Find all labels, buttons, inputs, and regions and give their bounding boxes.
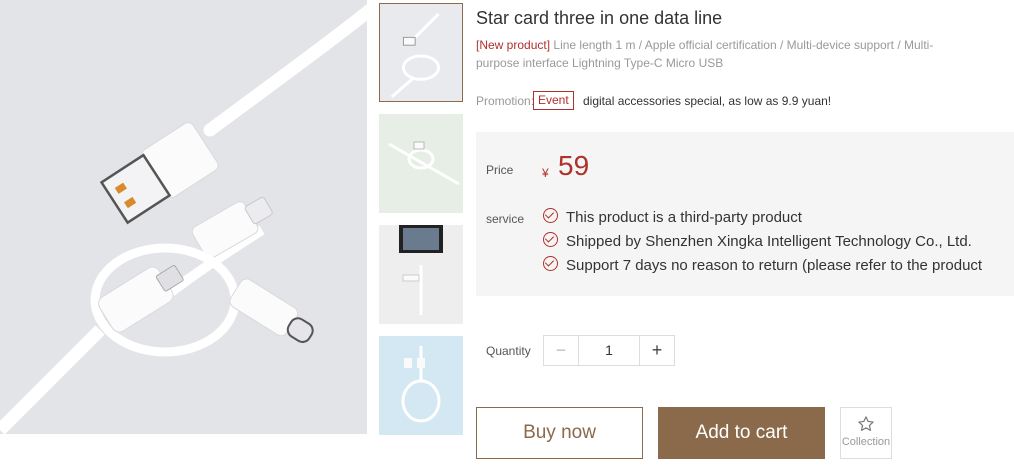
quantity-label: Quantity — [486, 344, 531, 358]
check-circle-icon — [543, 232, 558, 247]
service-item: This product is a third-party product — [543, 208, 802, 226]
star-icon — [858, 416, 874, 431]
promotion-label: Promotion: — [476, 94, 535, 108]
service-label: service — [486, 212, 525, 226]
thumbnail-1[interactable] — [379, 3, 463, 102]
service-item: Shipped by Shenzhen Xingka Intelligent T… — [543, 232, 972, 250]
collection-label: Collection — [841, 436, 891, 448]
currency-symbol: ¥ — [542, 166, 549, 180]
decrease-quantity-button[interactable]: − — [544, 336, 579, 365]
price-value: 59 — [558, 150, 590, 181]
new-product-tag: [New product] — [476, 38, 551, 52]
collection-button[interactable]: Collection — [840, 407, 892, 459]
main-product-image — [0, 0, 367, 434]
thumbnail-2[interactable] — [379, 114, 463, 213]
increase-quantity-button[interactable]: + — [639, 336, 674, 365]
thumbnail-3[interactable] — [379, 225, 463, 324]
buy-now-button[interactable]: Buy now — [476, 407, 643, 459]
service-item: Support 7 days no reason to return (plea… — [543, 256, 982, 274]
product-title: Star card three in one data line — [476, 8, 723, 28]
check-circle-icon — [543, 208, 558, 223]
add-to-cart-button[interactable]: Add to cart — [658, 407, 825, 459]
product-description: [New product] Line length 1 m / Apple of… — [476, 36, 946, 72]
quantity-input[interactable]: 1 — [579, 336, 639, 365]
thumbnail-4[interactable] — [379, 336, 463, 435]
price-label: Price — [486, 163, 514, 177]
promotion-text: digital accessories special, as low as 9… — [583, 94, 832, 108]
quantity-stepper: − 1 + — [543, 335, 675, 366]
event-badge: Event — [533, 91, 574, 110]
check-circle-icon — [543, 256, 558, 271]
